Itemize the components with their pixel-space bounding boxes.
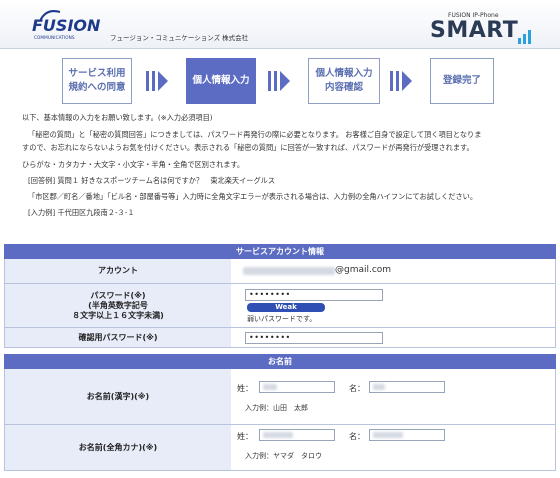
mei-label: 名： (349, 432, 365, 441)
intro-required-note: 以下、基本情報の入力をお願い致します。(※入力必須項目) (22, 113, 213, 122)
confirm-password-row: 確認用パスワード(※) •••••••• (4, 328, 556, 348)
password-label-line: (半角英数字記号 (88, 300, 148, 310)
masked-value (263, 432, 293, 438)
fusion-logo: FUSION COMMUNICATIONS (32, 10, 102, 40)
product-title: SMART (430, 18, 519, 43)
confirm-password-value: •••••••• (231, 328, 555, 347)
password-label-line: パスワード(※) (90, 290, 146, 300)
kanji-name-row: お名前(漢字)(※) 姓： 名： 入力例：山田 太郎 (4, 369, 556, 425)
step-label: サービス利用 (68, 68, 126, 79)
masked-email (243, 267, 335, 275)
step-personal-info: 個人情報入力 (186, 58, 256, 104)
account-row: アカウント @gmail.com (4, 259, 556, 284)
account-value: @gmail.com (231, 259, 555, 283)
step-arrow-icon (146, 71, 176, 91)
name-section-header: お名前 (4, 354, 556, 369)
account-section-header: サービスアカウント情報 (4, 244, 556, 259)
intro-secret-question: 「秘密の質問」と「秘密の質問回答」につきましては、パスワード再発行の際に必要とな… (28, 130, 482, 139)
password-label: パスワード(※) (半角英数字記号 ８文字以上１６文字未満) (5, 284, 232, 327)
masked-value (373, 432, 403, 438)
step-confirm: 個人情報入力 内容確認 (308, 58, 380, 104)
email-domain: @gmail.com (335, 265, 392, 275)
step-label: 内容確認 (324, 82, 363, 93)
password-strength-badge: Weak (247, 303, 325, 312)
kana-name-value: 姓： 名： 入力例：ヤマダ タロウ (231, 425, 555, 470)
step-label: 登録完了 (442, 75, 481, 86)
kana-name-label: お名前(全角カナ)(※) (5, 425, 232, 470)
intro-address-example: [入力例] 千代田区九段南２-３-１ (28, 208, 135, 217)
intro-answer-example: [回答例] 質問１ 好きなスポーツチーム名は何ですか？ 東北楽天イーグルス (28, 176, 276, 185)
progress-steps: サービス利用 規約への同意 個人情報入力 個人情報入力 内容確認 登録完了 (0, 58, 560, 106)
sei-label: 姓： (237, 384, 253, 393)
masked-value (263, 384, 277, 390)
account-label: アカウント (5, 259, 232, 283)
logo-word: FUSION (32, 16, 101, 35)
kanji-sei-input[interactable] (259, 381, 335, 393)
kana-example: 入力例：ヤマダ タロウ (245, 452, 322, 460)
password-input[interactable]: •••••••• (245, 289, 383, 301)
mei-label: 名： (349, 384, 365, 393)
step-arrow-icon (268, 71, 298, 91)
step-arrow-icon (390, 71, 420, 91)
kana-mei-input[interactable] (369, 429, 445, 441)
kanji-example: 入力例：山田 太郎 (245, 404, 308, 412)
smart-logo: FUSION IP-Phone SMART (430, 12, 540, 44)
password-label-line: ８文字以上１６文字未満) (72, 310, 164, 320)
site-header: FUSION COMMUNICATIONS フュージョン・コミュニケーションズ … (0, 0, 560, 49)
kanji-name-value: 姓： 名： 入力例：山田 太郎 (231, 369, 555, 424)
step-complete: 登録完了 (430, 58, 494, 104)
password-value: •••••••• Weak 弱いパスワードです。 (231, 284, 555, 327)
logo-subtitle: COMMUNICATIONS (34, 35, 75, 40)
kana-name-row: お名前(全角カナ)(※) 姓： 名： 入力例：ヤマダ タロウ (4, 425, 556, 471)
step-label: 規約への同意 (68, 82, 126, 93)
confirm-password-label: 確認用パスワード(※) (5, 328, 232, 347)
kanji-mei-input[interactable] (369, 381, 445, 393)
kanji-name-label: お名前(漢字)(※) (5, 369, 232, 424)
step-label: 個人情報入力 (192, 75, 250, 86)
intro-case-note: ひらがな・カタカナ・大文字・小文字・半角・全角で区別されます。 (22, 160, 245, 169)
confirm-password-input[interactable]: •••••••• (245, 332, 383, 344)
step-label: 個人情報入力 (315, 68, 373, 79)
company-name: フュージョン・コミュニケーションズ 株式会社 (110, 34, 249, 42)
kana-sei-input[interactable] (259, 429, 335, 441)
masked-value (373, 384, 385, 390)
intro-secret-question-cont: すので、お忘れにならないようお気を付けください。表示される「秘密の質問」に回答が… (22, 143, 474, 152)
intro-address-note: 「市区郡／町名／番地」「ビル名・部屋番号等」入力時に全角文字エラーが表示される場… (28, 192, 478, 201)
sei-label: 姓： (237, 432, 253, 441)
step-agreement: サービス利用 規約への同意 (62, 58, 132, 104)
password-row: パスワード(※) (半角英数字記号 ８文字以上１６文字未満) •••••••• … (4, 284, 556, 328)
password-strength-text: 弱いパスワードです。 (247, 315, 317, 323)
